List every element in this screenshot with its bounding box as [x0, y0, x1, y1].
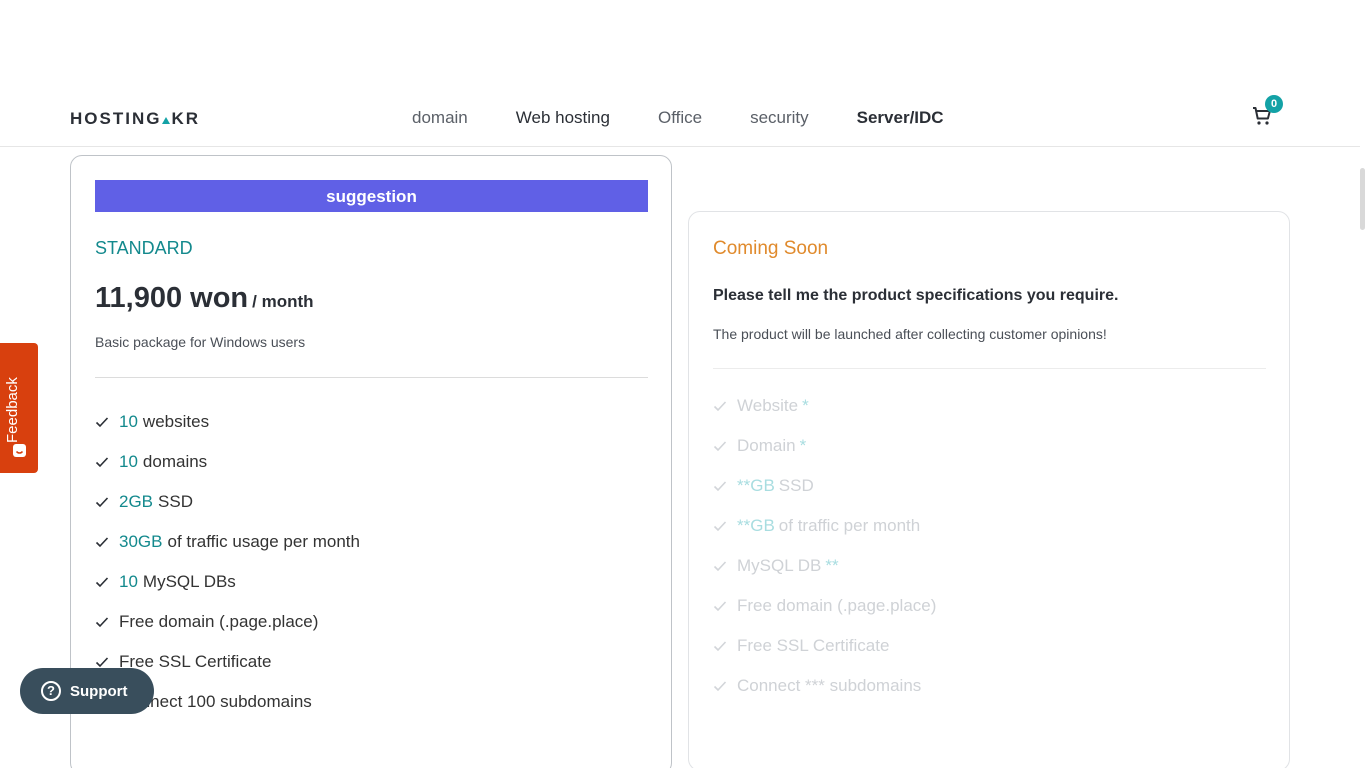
check-icon: [713, 601, 727, 612]
feature-highlight: **GB: [737, 516, 775, 535]
check-icon: [95, 497, 109, 508]
coming-soon-note: The product will be launched after colle…: [713, 326, 1107, 342]
smiley-icon: [13, 444, 26, 457]
page: HOSTING KR domain Web hosting Office secu…: [0, 0, 1366, 768]
feature-text: Free domain (.page.place): [119, 612, 319, 631]
coming-soon-question: Please tell me the product specification…: [713, 287, 1119, 304]
check-icon: [95, 577, 109, 588]
feature-highlight: 10: [119, 572, 138, 591]
feature-item: Free SSL Certificate: [713, 626, 936, 666]
feedback-label: Feedback: [4, 377, 21, 443]
feature-text: MySQL DB: [737, 556, 822, 575]
feature-highlight: *: [799, 436, 807, 455]
check-icon: [95, 657, 109, 668]
feature-item: 2GB SSD: [95, 482, 360, 522]
feature-text: domains: [142, 452, 208, 471]
check-icon: [95, 417, 109, 428]
feature-item: **GB of traffic per month: [713, 506, 936, 546]
nav-item-domain[interactable]: domain: [412, 108, 468, 128]
nav-item-office[interactable]: Office: [658, 108, 702, 128]
feature-item: Connect *** subdomains: [713, 666, 936, 706]
feature-highlight: 10: [119, 412, 138, 431]
feature-text: Website: [737, 396, 799, 415]
feature-item: 10 websites: [95, 402, 360, 442]
plan-name: STANDARD: [95, 238, 193, 258]
feature-text: of traffic per month: [778, 516, 921, 535]
feature-item: MySQL DB **: [713, 546, 936, 586]
nav-item-server-idc[interactable]: Server/IDC: [857, 108, 944, 128]
feature-highlight: 10: [119, 452, 138, 471]
feature-text: MySQL DBs: [142, 572, 236, 591]
check-icon: [713, 681, 727, 692]
check-icon: [713, 521, 727, 532]
feature-highlight: 2GB: [119, 492, 154, 511]
divider: [713, 368, 1266, 369]
feature-highlight: 30GB: [119, 532, 163, 551]
nav-item-web-hosting[interactable]: Web hosting: [516, 108, 610, 128]
feature-item: 10 MySQL DBs: [95, 562, 360, 602]
logo-text-kr: KR: [171, 109, 201, 128]
support-button[interactable]: ? Support: [20, 668, 154, 714]
check-icon: [713, 561, 727, 572]
check-icon: [713, 481, 727, 492]
logo-triangle-icon: [162, 117, 171, 124]
check-icon: [95, 617, 109, 628]
feature-text: of traffic usage per month: [167, 532, 360, 551]
feature-item: Website *: [713, 386, 936, 426]
support-label: Support: [70, 682, 128, 700]
feature-highlight: *: [802, 396, 809, 415]
site-logo[interactable]: HOSTING KR: [70, 109, 200, 129]
feature-text: Free SSL Certificate: [737, 636, 890, 655]
feature-text: Connect *** subdomains: [737, 676, 922, 695]
feature-item: **GB SSD: [713, 466, 936, 506]
feature-item: Free domain (.page.place): [713, 586, 936, 626]
plan-price: 11,900 won / month: [95, 282, 314, 315]
feature-highlight: **: [825, 556, 839, 575]
feature-text: Free SSL Certificate: [119, 652, 272, 671]
plan-card-standard: suggestion STANDARD 11,900 won / month Ba…: [70, 155, 672, 768]
feature-text: Free domain (.page.place): [737, 596, 937, 615]
check-icon: [713, 401, 727, 412]
cart-count-badge: 0: [1265, 95, 1283, 113]
feature-item: Domain *: [713, 426, 936, 466]
feature-text: websites: [142, 412, 210, 431]
check-icon: [95, 537, 109, 548]
price-amount: 11,900 won: [95, 282, 249, 314]
nav-item-security[interactable]: security: [750, 108, 809, 128]
feedback-tab[interactable]: Feedback: [0, 343, 38, 473]
coming-soon-card: Coming Soon Please tell me the product s…: [688, 211, 1290, 768]
check-icon: [95, 457, 109, 468]
question-icon: ?: [41, 681, 61, 701]
feature-text: Domain: [737, 436, 796, 455]
main-nav: domain Web hosting Office security Serve…: [412, 108, 944, 128]
feature-item: 10 domains: [95, 442, 360, 482]
site-header: HOSTING KR domain Web hosting Office secu…: [0, 90, 1360, 147]
feature-text: SSD: [778, 476, 814, 495]
feature-item: 30GB of traffic usage per month: [95, 522, 360, 562]
check-icon: [713, 641, 727, 652]
suggestion-badge: suggestion: [95, 180, 648, 212]
feature-highlight: **GB: [737, 476, 775, 495]
scrollbar-thumb[interactable]: [1360, 168, 1365, 230]
coming-soon-feature-list: Website * Domain * **GB SSD **GB of traffic …: [713, 386, 936, 706]
plan-description: Basic package for Windows users: [95, 334, 306, 350]
feature-text: SSD: [158, 492, 193, 511]
price-period: / month: [252, 292, 314, 311]
feature-item: Free domain (.page.place): [95, 602, 360, 642]
logo-text-hosting: HOSTING: [70, 109, 162, 128]
check-icon: [713, 441, 727, 452]
coming-soon-title: Coming Soon: [713, 238, 829, 259]
divider: [95, 377, 648, 378]
